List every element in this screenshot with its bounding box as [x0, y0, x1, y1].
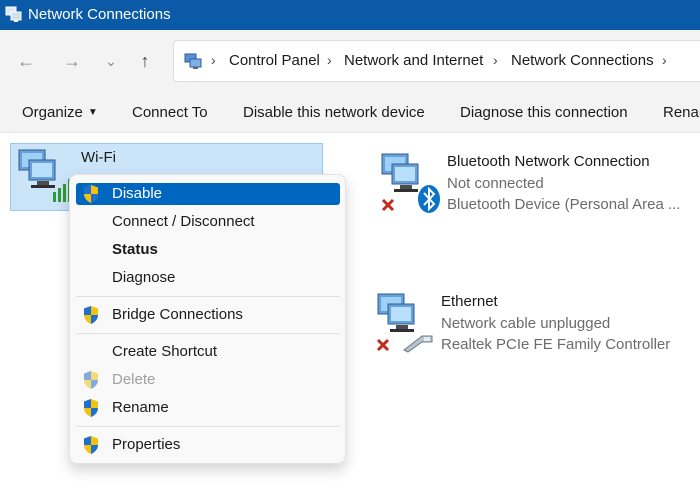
rename-button[interactable]: Renar	[663, 104, 700, 121]
menu-item-label: Rename	[112, 399, 169, 416]
menu-item-label: Delete	[112, 371, 156, 388]
connection-name: Wi-Fi	[81, 149, 116, 166]
breadcrumb-separator: ›	[211, 52, 216, 68]
uac-shield-icon	[84, 185, 98, 203]
menu-item-label: Status	[112, 241, 158, 258]
back-button[interactable]: ←	[15, 50, 37, 72]
title-bar: Network Connections	[0, 0, 700, 30]
arrow-up-icon: ↑	[140, 51, 150, 71]
breadcrumb-separator[interactable]: ›	[327, 52, 332, 68]
breadcrumb-separator[interactable]: ›	[662, 52, 667, 68]
control-panel-icon	[184, 53, 202, 69]
arrow-left-icon: ←	[17, 51, 35, 71]
connection-status: Not connected	[447, 175, 544, 192]
connection-device: Realtek PCIe FE Family Controller	[441, 336, 671, 353]
connection-ethernet[interactable]: Ethernet Network cable unplugged Realtek…	[372, 290, 692, 360]
menu-item-label: Diagnose	[112, 269, 176, 286]
menu-item-label: Disable	[112, 185, 163, 202]
menu-separator	[76, 333, 340, 334]
breadcrumb-control-panel[interactable]: Control Panel	[229, 52, 320, 69]
uac-shield-icon	[84, 399, 98, 417]
menu-item-disable[interactable]: Disable	[76, 183, 340, 205]
uac-shield-icon	[84, 436, 98, 454]
breadcrumb-separator[interactable]: ›	[493, 52, 498, 68]
bluetooth-adapter-icon	[381, 153, 440, 213]
menu-item-label: Bridge Connections	[112, 306, 243, 323]
connection-status: Network cable unplugged	[441, 315, 611, 332]
menu-item-properties[interactable]: Properties	[76, 434, 340, 456]
disable-device-button[interactable]: Disable this network device	[243, 104, 425, 121]
menu-item-bridge-connections[interactable]: Bridge Connections	[76, 304, 340, 326]
chevron-down-icon: ⌄	[105, 53, 117, 69]
menu-item-status[interactable]: Status	[76, 239, 340, 261]
uac-shield-icon	[84, 306, 98, 324]
menu-item-delete[interactable]: Delete	[76, 369, 340, 391]
up-button[interactable]: ↑	[134, 50, 156, 72]
breadcrumb-network-and-internet[interactable]: Network and Internet	[344, 52, 483, 69]
caret-down-icon: ▼	[87, 107, 98, 118]
navigation-bar: ← → ⌄ ↑ › Control Panel › Network and In…	[0, 30, 700, 90]
organize-menu-button[interactable]: Organize ▼	[22, 104, 98, 121]
address-bar[interactable]: › Control Panel › Network and Internet ›…	[173, 40, 700, 82]
command-bar: Organize ▼ Connect To Disable this networ…	[0, 90, 700, 133]
ethernet-adapter-icon	[376, 293, 433, 353]
organize-label: Organize	[22, 104, 83, 121]
menu-item-diagnose[interactable]: Diagnose	[76, 267, 340, 289]
window-title: Network Connections	[28, 6, 171, 23]
breadcrumb-network-connections[interactable]: Network Connections	[511, 52, 654, 69]
wifi-adapter-icon	[18, 149, 71, 202]
menu-item-connect-disconnect[interactable]: Connect / Disconnect	[76, 211, 340, 233]
recent-locations-button[interactable]: ⌄	[100, 50, 122, 72]
uac-shield-icon	[84, 371, 98, 389]
menu-item-rename[interactable]: Rename	[76, 397, 340, 419]
menu-separator	[76, 426, 340, 427]
connect-to-button[interactable]: Connect To	[132, 104, 208, 121]
connection-device: Bluetooth Device (Personal Area ...	[447, 196, 681, 213]
menu-item-label: Properties	[112, 436, 181, 453]
menu-separator	[76, 296, 340, 297]
menu-item-label: Create Shortcut	[112, 343, 218, 360]
context-menu: Disable Connect / Disconnect Status Diag…	[69, 174, 346, 464]
connection-bluetooth[interactable]: Bluetooth Network Connection Not connect…	[375, 148, 695, 218]
connection-name: Ethernet	[441, 293, 498, 310]
menu-item-create-shortcut[interactable]: Create Shortcut	[76, 341, 340, 363]
connection-name: Bluetooth Network Connection	[447, 153, 650, 170]
diagnose-connection-button[interactable]: Diagnose this connection	[460, 104, 628, 121]
menu-item-label: Connect / Disconnect	[112, 213, 255, 230]
network-connections-icon	[5, 6, 22, 22]
forward-button[interactable]: →	[61, 50, 83, 72]
arrow-right-icon: →	[63, 51, 81, 71]
